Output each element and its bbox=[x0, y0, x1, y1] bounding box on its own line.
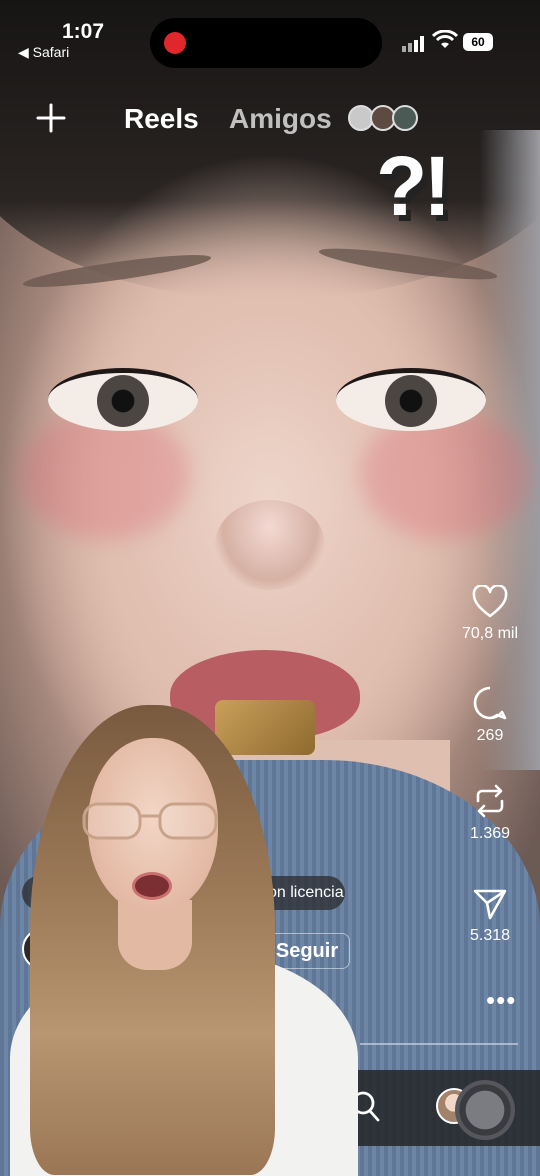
repost-count: 1.369 bbox=[469, 825, 511, 842]
comment-count: 269 bbox=[476, 727, 504, 744]
status-time: 1:07 bbox=[62, 20, 105, 43]
reel-screen[interactable]: ?! 1:07 ◀ Safari 60 Reels Amigos 70,8 mi… bbox=[0, 0, 540, 1176]
reaction-overlay-person bbox=[10, 700, 358, 1176]
assistive-touch-button[interactable] bbox=[455, 1080, 515, 1140]
send-icon bbox=[473, 889, 507, 920]
create-plus-icon[interactable] bbox=[34, 101, 68, 135]
overlay-glasses bbox=[82, 802, 218, 840]
like-count: 70,8 mil bbox=[461, 625, 519, 642]
repost-button[interactable]: 1.369 bbox=[440, 783, 540, 843]
share-button[interactable]: 5.318 bbox=[440, 887, 540, 945]
reels-header: Reels Amigos bbox=[0, 95, 540, 145]
share-count: 5.318 bbox=[469, 927, 511, 944]
video-nose bbox=[215, 500, 325, 590]
dynamic-island bbox=[150, 18, 382, 68]
overlay-mouth bbox=[132, 872, 172, 900]
video-eye-right bbox=[336, 368, 486, 431]
cellular-signal-icon bbox=[402, 36, 424, 52]
like-button[interactable]: 70,8 mil bbox=[440, 585, 540, 643]
status-bar: 1:07 ◀ Safari 60 bbox=[0, 0, 540, 90]
recording-indicator-icon bbox=[164, 32, 186, 54]
video-eye-left bbox=[48, 368, 198, 431]
heart-icon bbox=[472, 585, 508, 618]
sticker-text: ?! bbox=[376, 139, 451, 233]
more-options-icon[interactable]: ••• bbox=[486, 985, 516, 1016]
back-app-label: Safari bbox=[32, 44, 70, 60]
comment-icon bbox=[473, 686, 507, 720]
tab-reels[interactable]: Reels bbox=[124, 103, 199, 135]
back-to-app[interactable]: ◀ Safari bbox=[18, 44, 69, 61]
video-progress-bar[interactable] bbox=[360, 1043, 518, 1045]
avatar bbox=[392, 105, 418, 131]
wifi-icon bbox=[432, 30, 458, 48]
battery-indicator: 60 bbox=[463, 33, 493, 51]
repost-icon bbox=[476, 784, 504, 818]
comment-button[interactable]: 269 bbox=[440, 685, 540, 745]
tab-amigos[interactable]: Amigos bbox=[229, 103, 332, 135]
video-blush-right bbox=[360, 410, 530, 540]
